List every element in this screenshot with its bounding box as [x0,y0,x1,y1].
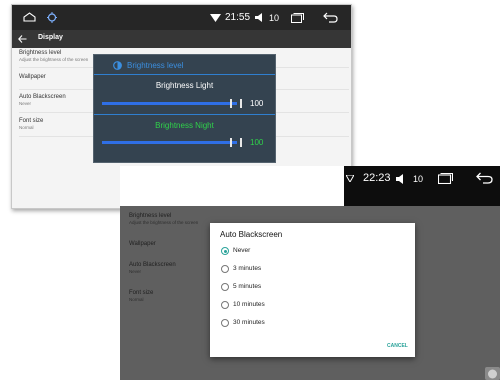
status-bar: 21:55 10 [12,5,351,30]
option-label: 10 minutes [233,301,265,308]
wifi-icon [346,175,354,182]
status-time: 21:55 [225,12,251,23]
volume-icon[interactable] [396,174,406,184]
slider-end-marker [240,99,242,108]
home-icon[interactable] [23,12,36,22]
brightness-night-slider[interactable] [102,141,237,144]
option-label: 30 minutes [233,319,265,326]
radio-unselected[interactable] [221,283,229,291]
setting-title: Auto Blackscreen [129,262,176,268]
setting-title: Wallpaper [129,241,156,247]
radio-unselected[interactable] [221,301,229,309]
background-gap [120,166,344,206]
radio-unselected[interactable] [221,265,229,273]
brightness-icon [113,61,122,70]
page-title: Display [38,34,63,41]
slider-fill [102,102,237,105]
option-label: Never [233,247,251,254]
brightness-light-slider[interactable] [102,102,237,105]
brightness-night-label: Brightness Night [155,121,214,130]
setting-subtitle: Never [19,101,32,106]
brightness-night-value: 100 [250,138,264,147]
radio-selected[interactable] [221,247,229,255]
option-label: 5 minutes [233,283,262,290]
setting-title: Auto Blackscreen [19,94,66,100]
back-icon[interactable] [323,12,338,23]
volume-level: 10 [269,13,280,23]
slider-end-marker [240,138,242,147]
setting-subtitle: Normal [19,125,34,130]
setting-title: Wallpaper [19,74,46,80]
brightness-light-label: Brightness Light [155,81,214,90]
radio-unselected[interactable] [221,319,229,327]
auto-blackscreen-screenshot: 22:23 10 Brightness level Adjust the bri… [120,166,500,380]
brightness-light-value: 100 [250,99,264,108]
slider-thumb[interactable] [230,138,232,147]
recent-apps-icon[interactable] [291,13,304,23]
app-bar: Display [12,30,351,48]
dialog-title-divider [94,74,275,75]
slider-thumb[interactable] [230,99,232,108]
option-label: 3 minutes [233,265,262,272]
back-icon[interactable] [476,172,493,184]
volume-icon[interactable] [255,13,265,22]
dialog-title: Brightness level [127,61,184,70]
android-debug-icon [47,12,57,23]
cancel-button[interactable]: CANCEL [387,343,408,349]
dialog-title: Auto Blackscreen [220,230,283,239]
setting-title: Font size [129,290,154,296]
setting-title: Brightness level [129,213,172,219]
setting-subtitle: Adjust the brightness of the screen [129,220,199,225]
setting-subtitle: Adjust the brightness of the screen [19,57,89,62]
status-time: 22:23 [363,172,391,184]
section-divider [94,114,275,115]
volume-level: 10 [413,174,424,184]
setting-subtitle: Normal [129,297,144,302]
setting-title: Brightness level [19,50,62,56]
slider-fill [102,141,237,144]
arrow-back-icon[interactable] [18,35,27,43]
setting-subtitle: Never [129,269,142,274]
brightness-dialog: Brightness level Brightness Light 100 Br… [93,54,276,163]
auto-blackscreen-dialog: Auto Blackscreen Never 3 minutes 5 minut… [210,223,415,357]
wifi-icon [210,14,221,22]
setting-title: Font size [19,118,44,124]
floating-menu-icon[interactable] [485,367,500,380]
recent-apps-icon[interactable] [438,173,453,184]
